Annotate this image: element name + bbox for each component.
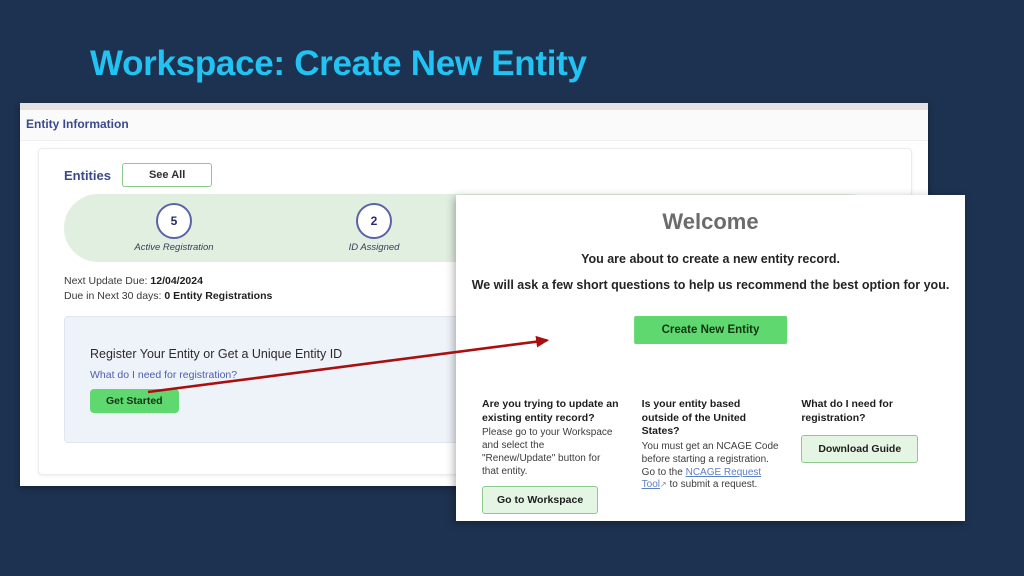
stat-label: Active Registration bbox=[134, 242, 214, 253]
stat-label: ID Assigned bbox=[348, 242, 400, 253]
registration-requirements-link[interactable]: What do I need for registration? bbox=[90, 369, 237, 381]
column-body: Please go to your Workspace and select t… bbox=[482, 427, 613, 477]
next-update-due-line: Next Update Due: 12/04/2024 bbox=[64, 274, 272, 289]
entities-label: Entities bbox=[64, 167, 111, 183]
create-new-entity-button[interactable]: Create New Entity bbox=[633, 316, 788, 344]
next-update-due-value: 12/04/2024 bbox=[150, 275, 203, 287]
welcome-dialog-line-2: We will ask a few short questions to hel… bbox=[471, 278, 950, 292]
entity-information-title: Entity Information bbox=[26, 117, 129, 131]
entity-information-header: Entity Information bbox=[20, 110, 928, 141]
due-next-30-days-label: Due in Next 30 days: bbox=[64, 290, 165, 303]
welcome-dialog-title: Welcome bbox=[662, 209, 759, 234]
column-heading: Is your entity based outside of the Unit… bbox=[641, 398, 747, 438]
download-guide-button[interactable]: Download Guide bbox=[801, 435, 919, 464]
welcome-dialog-columns: Are you trying to update an existing ent… bbox=[456, 398, 965, 515]
due-dates-block: Next Update Due: 12/04/2024 Due in Next … bbox=[64, 274, 272, 304]
register-entity-title: Register Your Entity or Get a Unique Ent… bbox=[90, 347, 343, 361]
welcome-dialog-line-1: You are about to create a new entity rec… bbox=[581, 252, 840, 266]
page-title: Workspace: Create New Entity bbox=[90, 44, 587, 83]
browser-top-strip bbox=[20, 103, 928, 110]
stat-active-registration[interactable]: 5 Active Registration bbox=[94, 203, 254, 253]
due-next-30-days-line: Due in Next 30 days: 0 Entity Registrati… bbox=[64, 289, 272, 304]
column-heading: Are you trying to update an existing ent… bbox=[482, 398, 619, 424]
welcome-dialog: Welcome You are about to create a new en… bbox=[456, 195, 965, 521]
next-update-due-label: Next Update Due: bbox=[64, 275, 151, 287]
due-next-30-days-value: 0 Entity Registrations bbox=[164, 290, 273, 303]
column-registration-requirements: What do I need for registration? Downloa… bbox=[801, 398, 939, 514]
see-all-button[interactable]: See All bbox=[121, 163, 213, 187]
external-link-icon: ↗ bbox=[660, 480, 667, 490]
stat-id-assigned[interactable]: 2 ID Assigned bbox=[294, 203, 454, 253]
column-entity-outside-us: Is your entity based outside of the Unit… bbox=[642, 398, 780, 514]
go-to-workspace-button[interactable]: Go to Workspace bbox=[482, 486, 599, 515]
column-heading: What do I need for registration? bbox=[801, 398, 893, 424]
stat-count: 5 bbox=[156, 203, 192, 239]
get-started-button[interactable]: Get Started bbox=[90, 389, 179, 413]
entities-header-row: Entities See All bbox=[64, 163, 213, 187]
column-update-existing-entity: Are you trying to update an existing ent… bbox=[482, 398, 620, 515]
stat-count: 2 bbox=[356, 203, 392, 239]
column-body: You must get an NCAGE Code before starti… bbox=[642, 441, 780, 492]
column-body-after-link: to submit a request. bbox=[666, 479, 758, 491]
